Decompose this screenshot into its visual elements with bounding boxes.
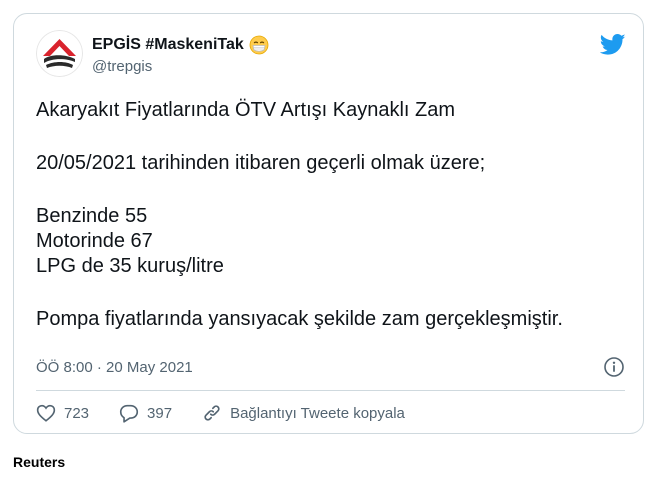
tweet-line-diesel: Motorinde 67	[36, 230, 153, 252]
like-button[interactable]: 723	[36, 404, 89, 422]
tweet-line-gasoline: Benzinde 55	[36, 205, 148, 227]
divider	[36, 390, 625, 391]
twitter-bird-icon[interactable]	[599, 34, 626, 55]
avatar[interactable]	[36, 30, 83, 77]
link-icon	[204, 405, 220, 421]
reply-bubble-icon	[119, 404, 139, 423]
tweet-text: Akaryakıt Fiyatlarında ÖTV Artışı Kaynak…	[36, 98, 636, 332]
copy-link-label: Bağlantıyı Tweete kopyala	[230, 404, 405, 422]
tweet-line-date: 20/05/2021 tarihinden itibaren geçerli o…	[36, 152, 486, 174]
tweet-timestamp[interactable]: ÖÖ 8:00 · 20 May 2021	[36, 359, 193, 376]
tweet-embed-card[interactable]: EPGİS #MaskeniTak @trepgis Akaryakıt Fiy…	[13, 13, 644, 434]
epgis-logo-icon	[36, 30, 83, 77]
tweet-line-lpg: LPG de 35 kuruş/litre	[36, 255, 224, 277]
reply-button[interactable]: 397	[119, 404, 172, 423]
reply-count: 397	[147, 404, 173, 422]
display-name[interactable]: EPGİS #MaskeniTak	[92, 36, 244, 54]
source-caption: Reuters	[13, 454, 66, 470]
like-count: 723	[64, 404, 90, 422]
face-with-medical-mask-icon	[249, 35, 269, 55]
tweet-line-conclusion: Pompa fiyatlarında yansıyacak şekilde za…	[36, 308, 563, 330]
info-icon[interactable]	[603, 356, 625, 378]
tweet-line-headline: Akaryakıt Fiyatlarında ÖTV Artışı Kaynak…	[36, 99, 456, 121]
heart-icon	[36, 404, 56, 422]
copy-link-button[interactable]: Bağlantıyı Tweete kopyala	[202, 403, 405, 423]
user-handle[interactable]: @trepgis	[92, 58, 152, 75]
